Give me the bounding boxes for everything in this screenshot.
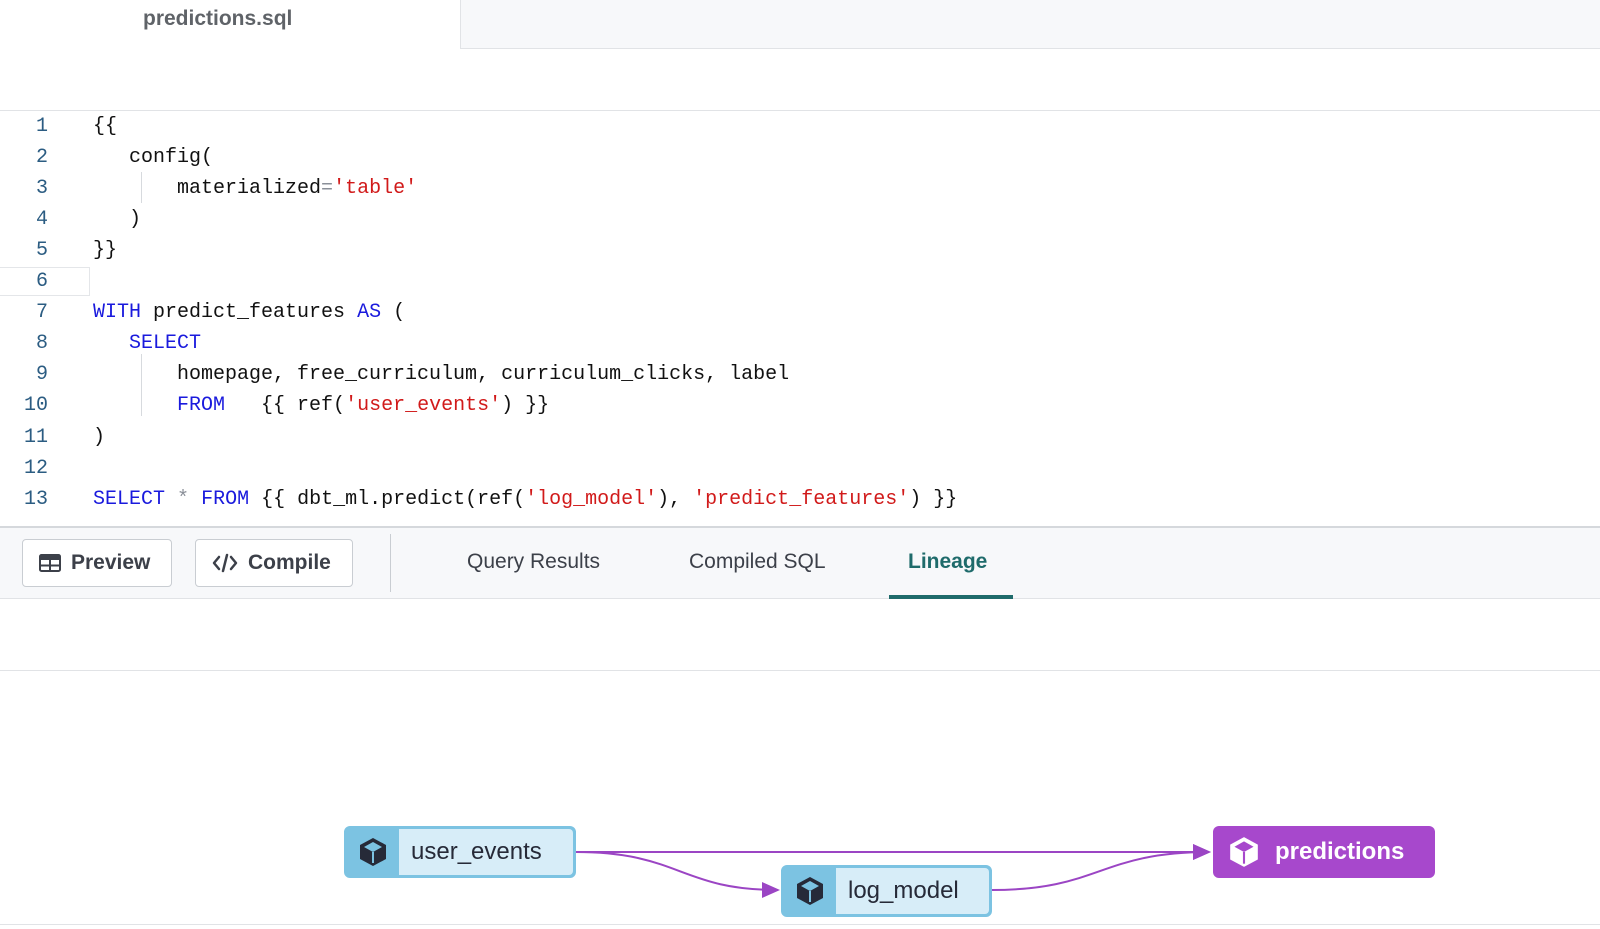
line-number: 5	[35, 239, 48, 263]
code-line[interactable]: 12	[0, 453, 1600, 484]
line-number: 1	[35, 115, 48, 138]
line-number: 10	[23, 394, 48, 418]
code-line[interactable]: 8 SELECT	[0, 328, 1600, 359]
tab-lineage[interactable]: Lineage	[908, 550, 987, 574]
code-line[interactable]: 3 materialized='table'	[0, 173, 1600, 204]
code-text: }}	[93, 235, 117, 266]
results-toolbar: Preview Compile Query Results Compiled S…	[0, 526, 1600, 599]
code-token: ) }}	[909, 487, 958, 511]
code-token: {{ dbt_ml.predict(ref(	[249, 487, 526, 511]
code-editor[interactable]: 1{{2 config(3 materialized='table' 4 ) 5}}…	[0, 111, 1600, 526]
code-text: materialized='table'	[93, 173, 417, 204]
code-line[interactable]: 1 {{	[0, 111, 1600, 142]
lineage-node-user-events[interactable]: user_events	[344, 826, 576, 878]
code-token: (	[381, 301, 406, 325]
line-number: 7	[35, 301, 48, 325]
lineage-node-label: predictions	[1275, 838, 1405, 865]
code-token: *	[177, 487, 190, 511]
code-token: config(	[93, 146, 214, 170]
code-icon	[212, 553, 238, 573]
code-token: 'predict_features'	[693, 487, 910, 511]
code-text: SELECT * FROM {{ dbt_ml.predict(ref('log…	[93, 484, 957, 515]
preview-button[interactable]: Preview	[22, 539, 172, 587]
line-number: 11	[23, 425, 48, 449]
code-line[interactable]: 4 )	[0, 204, 1600, 235]
cube-icon	[1230, 837, 1258, 867]
cube-icon	[797, 877, 823, 905]
bottom-divider	[0, 924, 1600, 925]
code-line[interactable]: 5}}	[0, 235, 1600, 266]
code-line[interactable]: 9 homepage, free_curriculum, curriculum_…	[0, 359, 1600, 390]
code-token: }}	[93, 239, 118, 263]
code-text: )	[93, 422, 105, 453]
code-line[interactable]: 6	[0, 266, 1600, 297]
line-number: 8	[35, 332, 48, 356]
tab-compiled-sql[interactable]: Compiled SQL	[689, 550, 826, 574]
lineage-node-label: user_events	[399, 829, 573, 875]
code-token: materialized	[93, 177, 322, 201]
code-token: ),	[657, 487, 694, 511]
cube-icon	[360, 838, 386, 866]
line-number: 9	[35, 363, 48, 387]
line-number: 3	[35, 177, 48, 201]
tab-query-results[interactable]: Query Results	[467, 550, 600, 574]
edge-user-events-to-log-model	[575, 851, 780, 898]
lineage-node-log-model[interactable]: log_model	[781, 865, 992, 917]
lineage-node-predictions[interactable]: predictions	[1213, 826, 1435, 878]
line-number: 12	[23, 456, 48, 480]
code-text: config(	[93, 142, 213, 173]
code-token: {{ ref(	[225, 394, 346, 418]
table-icon	[39, 554, 61, 572]
line-number: 4	[35, 208, 48, 232]
code-line[interactable]: 13 SELECT * FROM {{ dbt_ml.predict(ref('l…	[0, 484, 1600, 515]
code-text: )	[93, 204, 141, 235]
code-token: SELECT	[129, 332, 202, 356]
code-token: homepage, free_curriculum, curriculum_cl…	[93, 363, 790, 387]
compile-button-label: Compile	[248, 551, 331, 574]
code-token: {{	[93, 115, 118, 138]
code-token: predict_features	[141, 301, 358, 325]
code-line[interactable]: 11)	[0, 422, 1600, 453]
code-token: )	[93, 208, 142, 232]
code-token: WITH	[93, 301, 142, 325]
line-number: 13	[23, 487, 48, 511]
code-token: ) }}	[501, 394, 550, 418]
line-number: 6	[35, 270, 48, 294]
code-text: WITH predict_features AS (	[93, 297, 405, 328]
code-token: AS	[357, 301, 382, 325]
tab-bar-empty-area	[461, 0, 1600, 49]
line-number: 2	[35, 146, 48, 170]
lineage-node-label: log_model	[836, 868, 989, 914]
preview-button-label: Preview	[71, 551, 151, 574]
lineage-panel-divider	[0, 670, 1600, 671]
code-line[interactable]: 2 config(	[0, 142, 1600, 173]
code-token: )	[93, 425, 106, 449]
toolbar-divider	[390, 534, 391, 592]
code-token: FROM	[177, 394, 226, 418]
code-line[interactable]: 7 WITH predict_features AS (	[0, 297, 1600, 328]
file-tab-predictions[interactable]: predictions.sql	[0, 0, 461, 49]
code-token: SELECT	[93, 487, 166, 511]
code-token: 'log_model'	[525, 487, 658, 511]
code-text: FROM {{ ref('user_events') }}	[93, 390, 549, 421]
code-token: 'user_events'	[345, 394, 502, 418]
code-text: {{	[93, 111, 117, 142]
code-line[interactable]: 10 FROM {{ ref('user_events') }}	[0, 390, 1600, 421]
code-token: 'table'	[333, 177, 418, 201]
file-tab-bar: predictions.sql	[0, 0, 1600, 49]
compile-button[interactable]: Compile	[195, 539, 353, 587]
code-token: =	[321, 177, 334, 201]
code-text: SELECT	[93, 328, 201, 359]
code-token: FROM	[201, 487, 250, 511]
code-text: homepage, free_curriculum, curriculum_cl…	[93, 359, 789, 390]
file-tab-title: predictions.sql	[143, 7, 293, 30]
active-tab-indicator	[889, 595, 1013, 599]
edge-log-model-to-predictions	[991, 844, 1211, 891]
